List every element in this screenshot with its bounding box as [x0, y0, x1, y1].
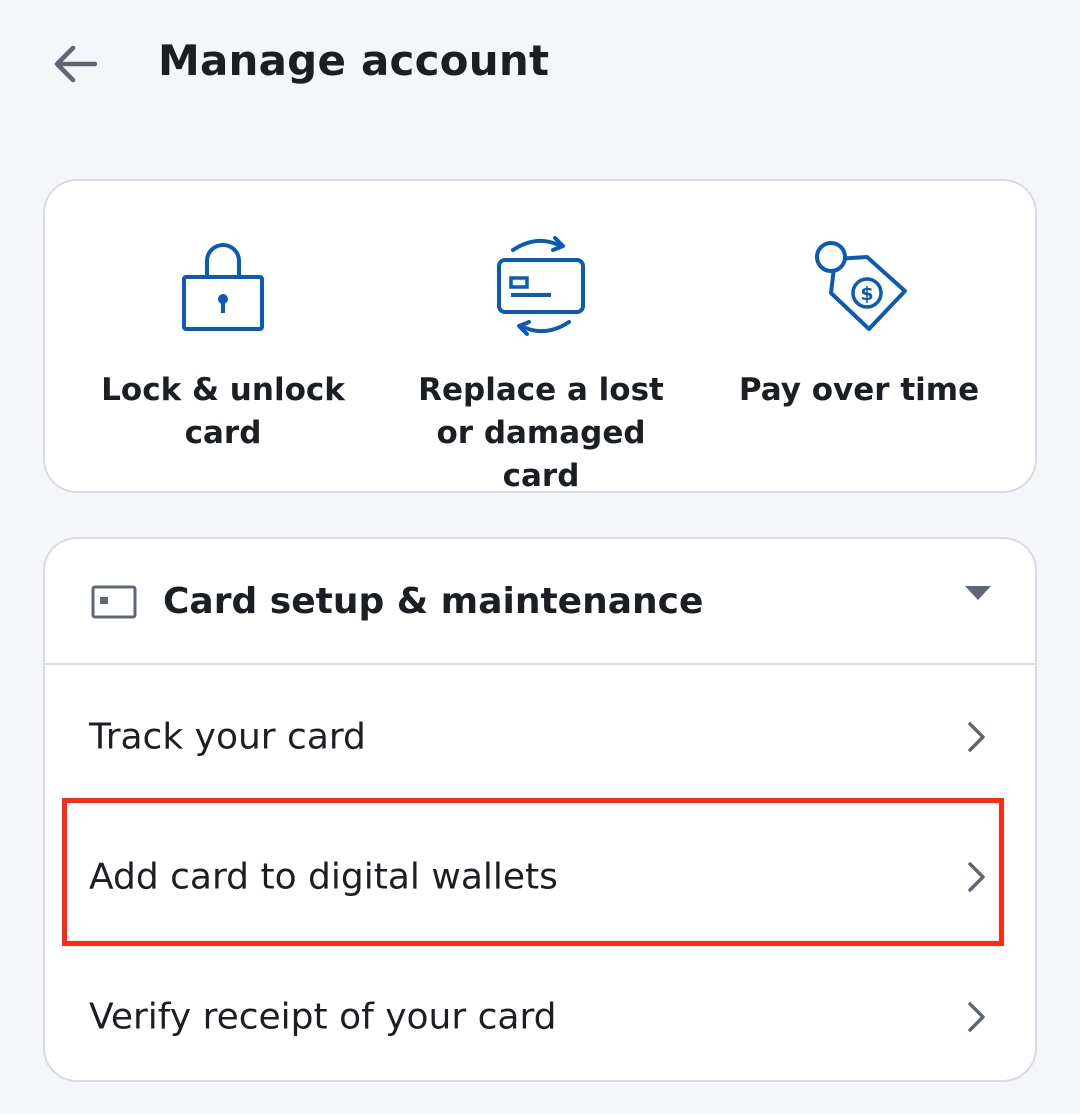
- lock-unlock-card-label: Lock & unlock card: [101, 372, 345, 451]
- top-bar: Manage account: [0, 0, 1080, 130]
- replace-card-label: Replace a lost or damaged card: [418, 372, 664, 494]
- card-replace-icon: [481, 225, 601, 345]
- price-tag-dollar-icon: $: [799, 225, 919, 345]
- chevron-right-icon: [968, 1002, 985, 1032]
- menu-item-label: Add card to digital wallets: [89, 856, 558, 898]
- arrow-left-icon: [54, 45, 97, 83]
- svg-text:$: $: [860, 283, 873, 305]
- card-setup-section: Card setup & maintenance Track your card…: [43, 537, 1037, 1082]
- replace-card-button[interactable]: Replace a lost or damaged card: [391, 181, 691, 495]
- lock-unlock-card-button[interactable]: Lock & unlock card: [73, 181, 373, 495]
- card-setup-section-header[interactable]: Card setup & maintenance: [45, 539, 1035, 665]
- back-button[interactable]: [44, 34, 104, 94]
- chevron-right-icon: [968, 862, 985, 892]
- page-title: Manage account: [158, 36, 550, 85]
- track-your-card-item[interactable]: Track your card: [45, 667, 1035, 807]
- chevron-right-icon: [968, 722, 985, 752]
- padlock-icon: [163, 225, 283, 345]
- verify-receipt-item[interactable]: Verify receipt of your card: [45, 947, 1035, 1080]
- card-outline-icon: [91, 585, 137, 619]
- caret-down-icon: [965, 586, 991, 600]
- pay-over-time-button[interactable]: $ Pay over time: [709, 181, 1009, 495]
- quick-actions-card: Lock & unlock card Replace a lost or dam…: [43, 179, 1037, 495]
- pay-over-time-label: Pay over time: [738, 372, 980, 408]
- menu-item-label: Verify receipt of your card: [89, 996, 557, 1038]
- section-title: Card setup & maintenance: [163, 581, 704, 622]
- menu-item-label: Track your card: [89, 716, 366, 758]
- add-card-to-digital-wallets-item[interactable]: Add card to digital wallets: [45, 807, 1035, 947]
